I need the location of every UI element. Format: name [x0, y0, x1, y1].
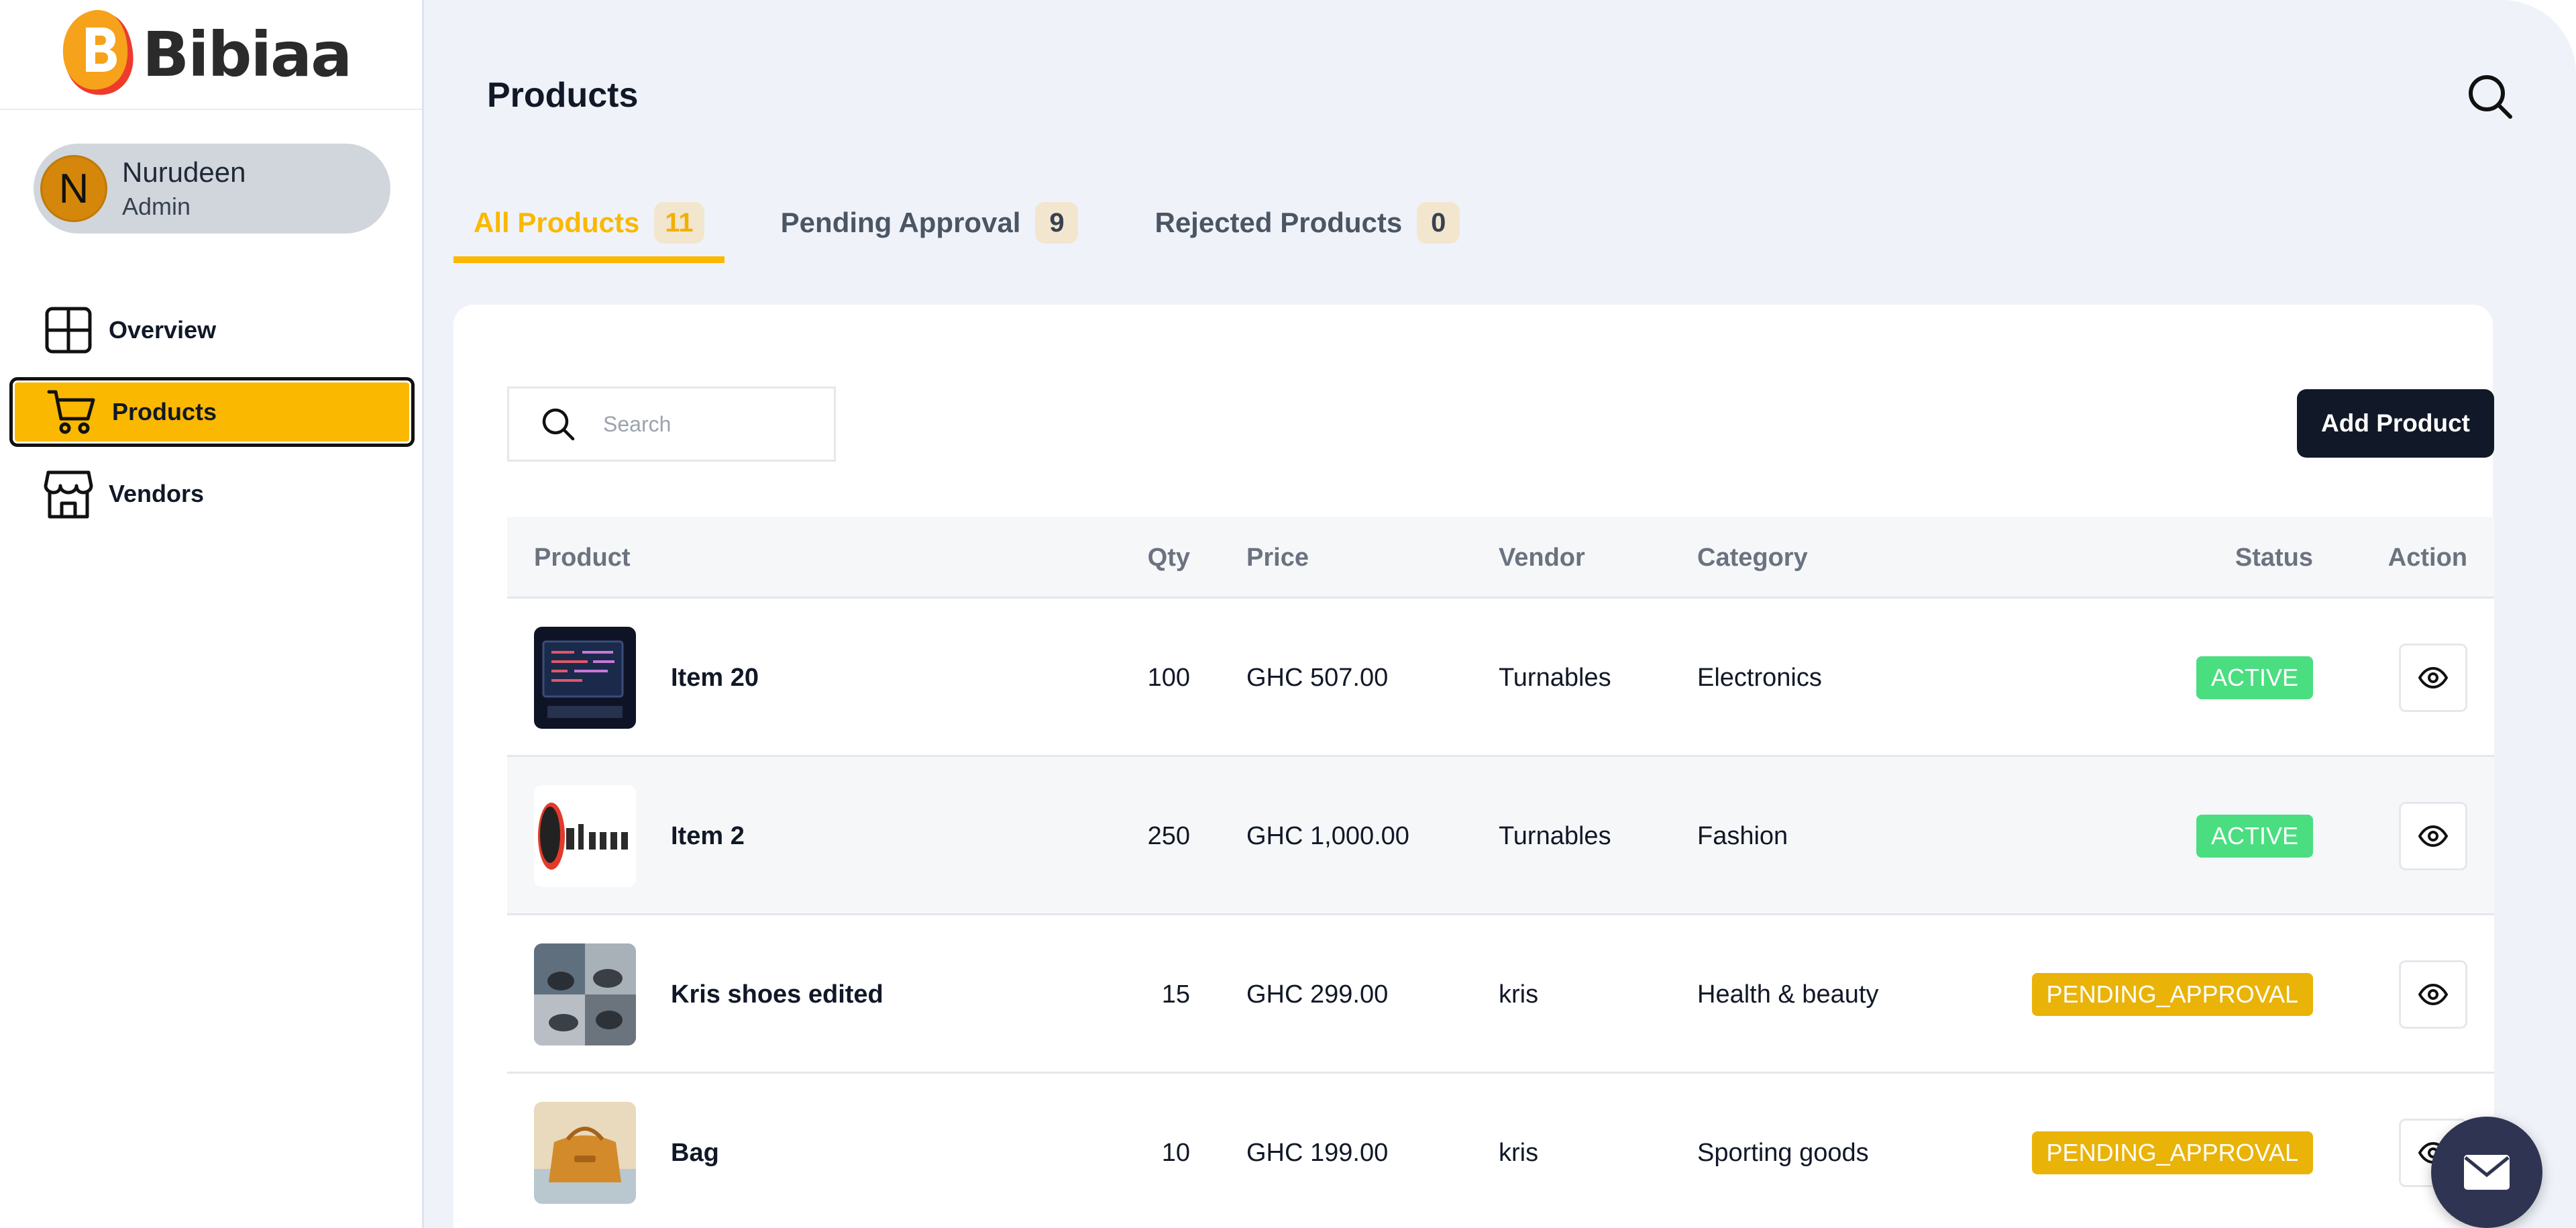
search-input[interactable] [603, 411, 831, 437]
sidebar-item-label: Products [112, 398, 217, 425]
status-badge: PENDING_APPROVAL [2031, 1131, 2313, 1174]
product-name[interactable]: Kris shoes edited [671, 915, 883, 1074]
brand-logo-icon [62, 9, 133, 95]
product-name[interactable]: Bag [671, 1074, 719, 1228]
avatar: N [40, 155, 107, 222]
sidebar-nav: Overview Products Vendors [9, 295, 415, 541]
status-badge: ACTIVE [2196, 656, 2313, 699]
products-card: Add Product Product Qty Price Vendor Cat… [453, 305, 2494, 1228]
sidebar-item-vendors[interactable]: Vendors [9, 459, 415, 529]
product-qty: 15 [1161, 980, 1190, 1009]
user-role: Admin [122, 193, 191, 220]
tab-count-badge: 0 [1417, 202, 1460, 244]
product-thumbnail[interactable] [534, 785, 636, 887]
eye-icon [2418, 825, 2448, 848]
tab-rejected-products[interactable]: Rejected Products 0 [1134, 183, 1480, 263]
table-row[interactable]: Item 2 250 GHC 1,000.00 Turnables Fashio… [507, 757, 2494, 915]
view-button[interactable] [2399, 802, 2467, 870]
search-icon [542, 408, 575, 441]
sidebar-item-label: Vendors [109, 480, 205, 507]
status-badge: PENDING_APPROVAL [2031, 973, 2313, 1016]
mail-icon [2464, 1155, 2510, 1190]
sidebar-item-products[interactable]: Products [9, 377, 415, 447]
brand-name: Bibiaa [142, 18, 352, 91]
status-badge: ACTIVE [2196, 815, 2313, 858]
column-header-category[interactable]: Category [1697, 517, 1808, 599]
product-price: GHC 507.00 [1246, 663, 1389, 692]
sidebar-item-overview[interactable]: Overview [9, 295, 415, 365]
view-button[interactable] [2399, 644, 2467, 712]
grid-icon [45, 307, 92, 354]
product-qty: 100 [1147, 663, 1190, 692]
tab-pending-approval[interactable]: Pending Approval 9 [761, 183, 1099, 263]
tab-label: Rejected Products [1155, 207, 1403, 238]
product-category: Fashion [1697, 821, 1788, 850]
product-category: Sporting goods [1697, 1138, 1869, 1167]
view-button[interactable] [2399, 960, 2467, 1029]
tab-all-products[interactable]: All Products 11 [453, 183, 724, 263]
product-price: GHC 299.00 [1246, 980, 1389, 1009]
tab-bar: All Products 11 Pending Approval 9 Rejec… [453, 183, 1516, 263]
product-vendor: kris [1499, 1138, 1539, 1167]
product-category: Health & beauty [1697, 980, 1879, 1009]
tab-count-badge: 11 [654, 202, 704, 244]
search-box[interactable] [507, 387, 836, 462]
column-header-price[interactable]: Price [1246, 517, 1309, 599]
column-header-status[interactable]: Status [2235, 517, 2313, 599]
search-icon[interactable] [2466, 72, 2514, 121]
column-header-action: Action [2387, 544, 2467, 572]
cart-icon [47, 390, 95, 434]
table-row[interactable]: Bag 10 GHC 199.00 kris Sporting goods PE… [507, 1074, 2494, 1228]
product-name[interactable]: Item 2 [671, 757, 745, 915]
app-window: Bibiaa N Nurudeen Admin Overview Product… [0, 0, 2576, 1228]
column-header-product[interactable]: Product [534, 517, 631, 599]
eye-icon [2418, 983, 2448, 1006]
eye-icon [2418, 666, 2448, 689]
sidebar-item-label: Overview [109, 316, 217, 344]
product-price: GHC 199.00 [1246, 1138, 1389, 1167]
add-product-button[interactable]: Add Product [2297, 389, 2494, 458]
table-header: Product Qty Price Vendor Category Status… [507, 517, 2494, 599]
product-qty: 250 [1147, 821, 1190, 850]
product-thumbnail[interactable] [534, 627, 636, 729]
user-name: Nurudeen [122, 156, 246, 188]
product-qty: 10 [1161, 1138, 1190, 1167]
product-vendor: Turnables [1499, 821, 1611, 850]
tab-label: Pending Approval [780, 207, 1021, 238]
product-price: GHC 1,000.00 [1246, 821, 1409, 850]
store-icon [44, 470, 93, 519]
product-category: Electronics [1697, 663, 1822, 692]
tab-label: All Products [474, 207, 640, 238]
product-thumbnail[interactable] [534, 943, 636, 1045]
product-thumbnail[interactable] [534, 1102, 636, 1204]
table-row[interactable]: Item 20 100 GHC 507.00 Turnables Electro… [507, 599, 2494, 757]
sidebar: Bibiaa N Nurudeen Admin Overview Product… [0, 0, 424, 1228]
product-vendor: kris [1499, 980, 1539, 1009]
user-card[interactable]: N Nurudeen Admin [34, 144, 390, 234]
product-name[interactable]: Item 20 [671, 599, 759, 757]
table-row[interactable]: Kris shoes edited 15 GHC 299.00 kris Hea… [507, 915, 2494, 1074]
products-table: Product Qty Price Vendor Category Status… [507, 517, 2494, 1228]
logo[interactable]: Bibiaa [0, 0, 422, 110]
page-title: Products [487, 76, 639, 115]
messages-button[interactable] [2431, 1117, 2542, 1228]
column-header-vendor[interactable]: Vendor [1499, 517, 1585, 599]
column-header-qty[interactable]: Qty [1148, 517, 1190, 599]
product-vendor: Turnables [1499, 663, 1611, 692]
tab-count-badge: 9 [1035, 202, 1079, 244]
